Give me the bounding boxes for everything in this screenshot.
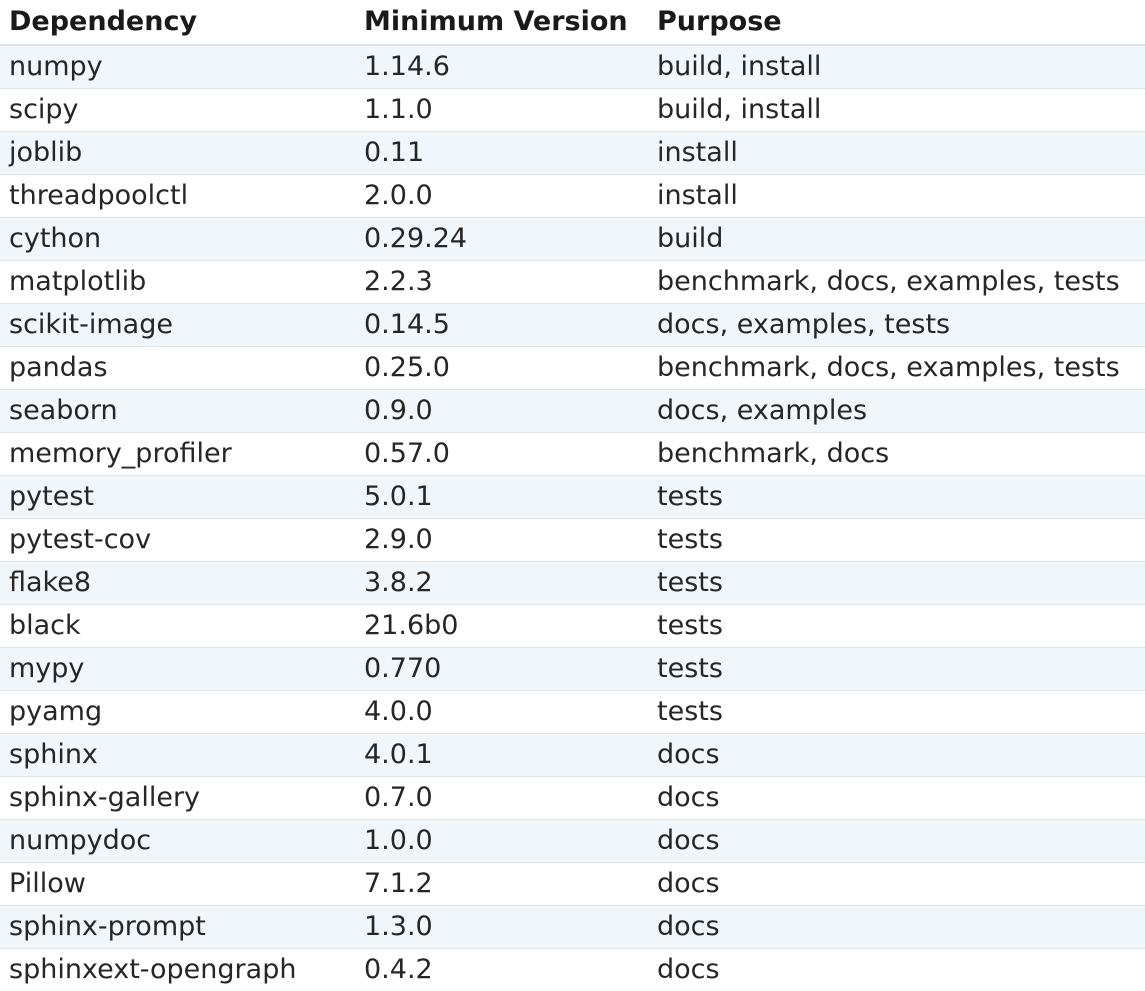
cell-purpose: docs: [648, 906, 1145, 949]
cell-purpose: docs, examples: [648, 390, 1145, 433]
cell-purpose: install: [648, 132, 1145, 175]
cell-dependency: numpy: [0, 45, 355, 89]
cell-dependency: matplotlib: [0, 261, 355, 304]
cell-purpose: benchmark, docs: [648, 433, 1145, 476]
cell-dependency: pytest-cov: [0, 519, 355, 562]
cell-purpose: docs: [648, 777, 1145, 820]
cell-purpose: tests: [648, 562, 1145, 605]
header-purpose: Purpose: [648, 0, 1145, 45]
dependencies-table: Dependency Minimum Version Purpose numpy…: [0, 0, 1145, 991]
table-row: scipy1.1.0build, install: [0, 89, 1145, 132]
table-row: mypy0.770tests: [0, 648, 1145, 691]
header-dependency: Dependency: [0, 0, 355, 45]
header-minimum-version: Minimum Version: [355, 0, 648, 45]
cell-purpose: docs: [648, 949, 1145, 991]
table-row: flake83.8.2tests: [0, 562, 1145, 605]
cell-minimum-version: 0.57.0: [355, 433, 648, 476]
cell-purpose: build: [648, 218, 1145, 261]
cell-minimum-version: 0.770: [355, 648, 648, 691]
table-row: sphinx-gallery0.7.0docs: [0, 777, 1145, 820]
cell-dependency: mypy: [0, 648, 355, 691]
cell-minimum-version: 0.9.0: [355, 390, 648, 433]
cell-purpose: docs: [648, 863, 1145, 906]
cell-minimum-version: 4.0.0: [355, 691, 648, 734]
cell-minimum-version: 2.9.0: [355, 519, 648, 562]
table-row: matplotlib2.2.3benchmark, docs, examples…: [0, 261, 1145, 304]
cell-purpose: benchmark, docs, examples, tests: [648, 261, 1145, 304]
cell-dependency: numpydoc: [0, 820, 355, 863]
cell-minimum-version: 0.29.24: [355, 218, 648, 261]
cell-dependency: pytest: [0, 476, 355, 519]
cell-purpose: install: [648, 175, 1145, 218]
cell-dependency: threadpoolctl: [0, 175, 355, 218]
cell-dependency: black: [0, 605, 355, 648]
table-row: pandas0.25.0benchmark, docs, examples, t…: [0, 347, 1145, 390]
table-row: pytest-cov2.9.0tests: [0, 519, 1145, 562]
cell-purpose: tests: [648, 519, 1145, 562]
table-row: numpydoc1.0.0docs: [0, 820, 1145, 863]
cell-minimum-version: 0.7.0: [355, 777, 648, 820]
cell-dependency: cython: [0, 218, 355, 261]
cell-dependency: scipy: [0, 89, 355, 132]
cell-dependency: scikit-image: [0, 304, 355, 347]
cell-minimum-version: 5.0.1: [355, 476, 648, 519]
cell-minimum-version: 0.14.5: [355, 304, 648, 347]
cell-minimum-version: 2.0.0: [355, 175, 648, 218]
cell-minimum-version: 7.1.2: [355, 863, 648, 906]
table-row: cython0.29.24build: [0, 218, 1145, 261]
cell-minimum-version: 4.0.1: [355, 734, 648, 777]
cell-purpose: benchmark, docs, examples, tests: [648, 347, 1145, 390]
cell-dependency: memory_profiler: [0, 433, 355, 476]
cell-minimum-version: 21.6b0: [355, 605, 648, 648]
cell-dependency: Pillow: [0, 863, 355, 906]
table-row: black21.6b0tests: [0, 605, 1145, 648]
cell-minimum-version: 2.2.3: [355, 261, 648, 304]
cell-purpose: tests: [648, 605, 1145, 648]
cell-purpose: build, install: [648, 89, 1145, 132]
table-row: pyamg4.0.0tests: [0, 691, 1145, 734]
cell-minimum-version: 3.8.2: [355, 562, 648, 605]
cell-dependency: sphinx-prompt: [0, 906, 355, 949]
table-row: sphinx-prompt1.3.0docs: [0, 906, 1145, 949]
cell-purpose: tests: [648, 648, 1145, 691]
table-row: memory_profiler0.57.0benchmark, docs: [0, 433, 1145, 476]
table-row: Pillow7.1.2docs: [0, 863, 1145, 906]
cell-dependency: joblib: [0, 132, 355, 175]
cell-purpose: tests: [648, 476, 1145, 519]
cell-dependency: seaborn: [0, 390, 355, 433]
cell-dependency: sphinx-gallery: [0, 777, 355, 820]
header-row: Dependency Minimum Version Purpose: [0, 0, 1145, 45]
table-header: Dependency Minimum Version Purpose: [0, 0, 1145, 45]
cell-minimum-version: 1.14.6: [355, 45, 648, 89]
cell-dependency: sphinx: [0, 734, 355, 777]
cell-purpose: docs: [648, 820, 1145, 863]
table-row: scikit-image0.14.5docs, examples, tests: [0, 304, 1145, 347]
cell-purpose: docs, examples, tests: [648, 304, 1145, 347]
table-row: numpy1.14.6build, install: [0, 45, 1145, 89]
cell-purpose: build, install: [648, 45, 1145, 89]
cell-purpose: tests: [648, 691, 1145, 734]
table-row: pytest5.0.1tests: [0, 476, 1145, 519]
table-row: sphinx4.0.1docs: [0, 734, 1145, 777]
cell-dependency: pandas: [0, 347, 355, 390]
cell-minimum-version: 1.1.0: [355, 89, 648, 132]
table-row: joblib0.11install: [0, 132, 1145, 175]
cell-dependency: sphinxext-opengraph: [0, 949, 355, 991]
cell-purpose: docs: [648, 734, 1145, 777]
table-row: seaborn0.9.0docs, examples: [0, 390, 1145, 433]
cell-minimum-version: 0.25.0: [355, 347, 648, 390]
cell-minimum-version: 0.4.2: [355, 949, 648, 991]
table-row: threadpoolctl2.0.0install: [0, 175, 1145, 218]
table-row: sphinxext-opengraph0.4.2docs: [0, 949, 1145, 991]
cell-minimum-version: 0.11: [355, 132, 648, 175]
cell-minimum-version: 1.3.0: [355, 906, 648, 949]
cell-dependency: flake8: [0, 562, 355, 605]
cell-dependency: pyamg: [0, 691, 355, 734]
cell-minimum-version: 1.0.0: [355, 820, 648, 863]
table-body: numpy1.14.6build, installscipy1.1.0build…: [0, 45, 1145, 991]
